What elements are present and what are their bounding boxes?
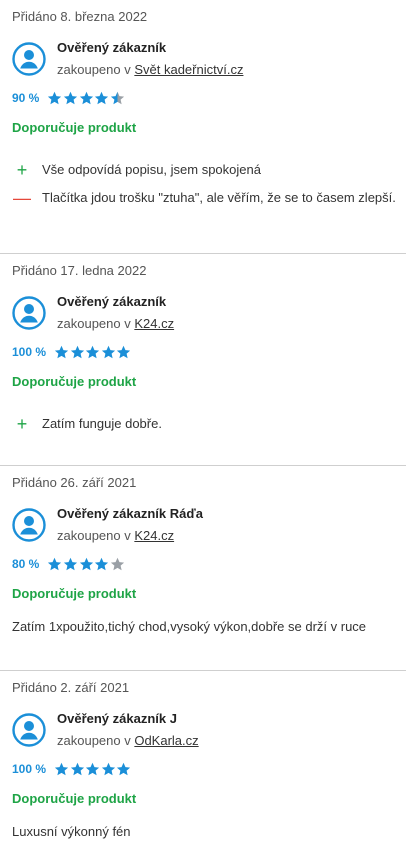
purchase-source: zakoupeno v K24.cz (57, 316, 175, 331)
star-icon (54, 762, 69, 776)
rating-percent: 100 % (12, 762, 47, 776)
purchase-source: zakoupeno v OdKarla.cz (57, 733, 199, 748)
pro-item: + Vše odpovídá popisu, jsem spokojená (12, 159, 406, 181)
con-item: — Tlačítka jdou trošku "ztuha", ale věřím… (13, 188, 396, 208)
rating: 100 % (12, 762, 406, 776)
rating-stars (54, 345, 132, 359)
review-date: Přidáno 2. září 2021 (12, 680, 130, 695)
review-list: Přidáno 8. března 2022 Ověřený zákazník … (0, 0, 406, 859)
recommend-label: Doporučuje produkt (12, 791, 137, 806)
user-avatar-icon (12, 296, 46, 330)
rating: 90 % (12, 91, 406, 105)
rating: 100 % (12, 345, 406, 359)
star-icon (86, 762, 100, 776)
review-item: Přidáno 2. září 2021 Ověřený zákazník J … (0, 671, 406, 859)
star-icon (48, 91, 62, 105)
star-icon (95, 91, 109, 105)
star-icon (48, 557, 62, 571)
review-author: Ověřený zákazník zakoupeno v K24.cz (12, 294, 406, 331)
author-name: Ověřený zákazník J (57, 711, 177, 726)
star-icon (70, 762, 84, 776)
rating-percent: 80 % (12, 557, 40, 571)
star-icon (86, 345, 100, 359)
rating-stars (47, 557, 125, 571)
star-icon (117, 762, 131, 776)
rating-stars (54, 762, 132, 776)
purchase-source: zakoupeno v Svět kadeřnictví.cz (57, 62, 244, 77)
user-avatar-icon (12, 42, 46, 76)
rating-percent: 90 % (12, 91, 40, 105)
shop-link[interactable]: Svět kadeřnictví.cz (134, 62, 243, 77)
star-icon (54, 345, 69, 359)
review-author: Ověřený zákazník J zakoupeno v OdKarla.c… (12, 711, 406, 748)
review-comment: Zatím 1xpoužito,tichý chod,vysoký výkon,… (12, 619, 367, 634)
rating-stars (47, 91, 125, 105)
review-author: Ověřený zákazník Ráďa zakoupeno v K24.cz (12, 506, 406, 543)
author-name: Ověřený zákazník (57, 294, 167, 309)
plus-icon: + (16, 414, 28, 434)
shop-link[interactable]: K24.cz (134, 316, 174, 331)
author-name: Ověřený zákazník (57, 40, 167, 55)
review-date: Přidáno 26. září 2021 (12, 475, 137, 490)
review-author: Ověřený zákazník zakoupeno v Svět kadeřn… (12, 40, 406, 77)
star-icon (79, 557, 93, 571)
star-icon (95, 557, 109, 571)
plus-icon: + (16, 160, 28, 180)
star-icon (79, 91, 93, 105)
user-avatar-icon (12, 713, 46, 747)
recommend-label: Doporučuje produkt (12, 120, 137, 135)
star-icon (63, 557, 78, 571)
minus-icon: — (13, 188, 31, 208)
recommend-label: Doporučuje produkt (12, 374, 137, 389)
author-name: Ověřený zákazník Ráďa (57, 506, 203, 521)
shop-link[interactable]: OdKarla.cz (134, 733, 198, 748)
star-icon (110, 91, 124, 105)
star-icon (117, 345, 131, 359)
star-icon (63, 91, 78, 105)
star-icon (70, 345, 84, 359)
rating: 80 % (12, 557, 406, 571)
review-comment: Luxusní výkonný fén (12, 824, 131, 839)
shop-link[interactable]: K24.cz (134, 528, 174, 543)
review-date: Přidáno 8. března 2022 (12, 9, 148, 24)
review-item: Přidáno 8. března 2022 Ověřený zákazník … (0, 0, 406, 254)
purchase-source: zakoupeno v K24.cz (57, 528, 175, 543)
review-item: Přidáno 17. ledna 2022 Ověřený zákazník … (0, 254, 406, 466)
review-date: Přidáno 17. ledna 2022 (12, 263, 147, 278)
star-icon (110, 557, 124, 571)
user-avatar-icon (12, 508, 46, 542)
review-item: Přidáno 26. září 2021 Ověřený zákazník R… (0, 466, 406, 671)
rating-percent: 100 % (12, 345, 47, 359)
pro-item: + Zatím funguje dobře. (12, 413, 406, 435)
star-icon (101, 762, 115, 776)
recommend-label: Doporučuje produkt (12, 586, 137, 601)
star-icon (101, 345, 115, 359)
